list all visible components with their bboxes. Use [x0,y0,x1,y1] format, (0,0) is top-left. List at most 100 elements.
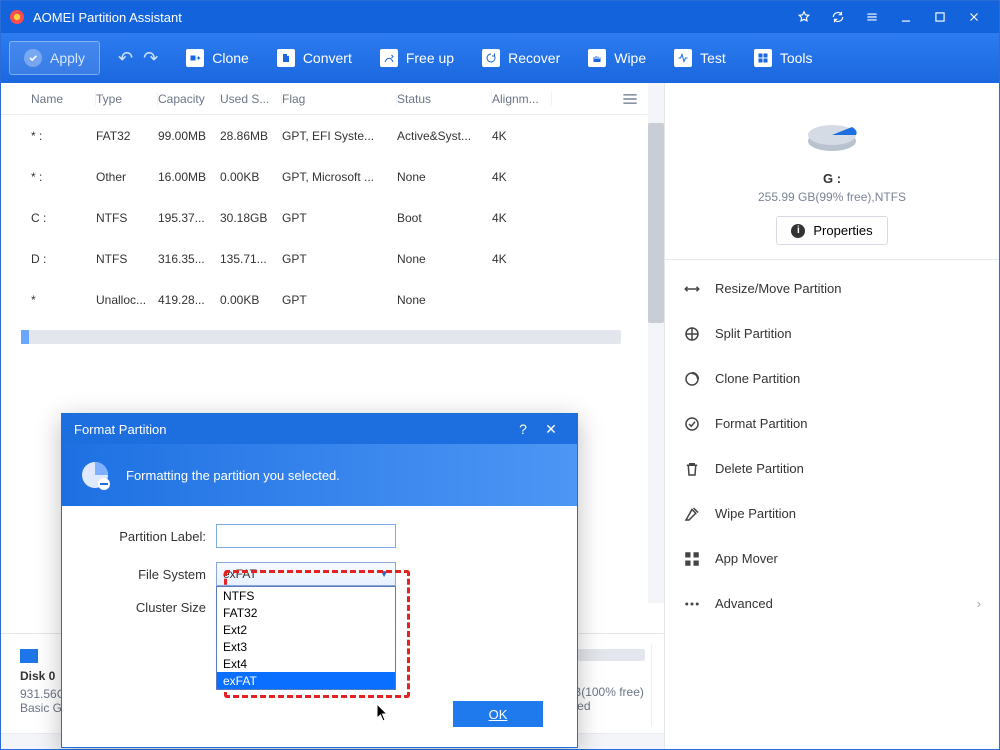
op-resize[interactable]: Resize/Move Partition [665,266,999,311]
drive-overview: G : 255.99 GB(99% free),NTFS i Propertie… [665,83,999,260]
toolbar-tools[interactable]: Tools [754,49,813,67]
toolbar-wipe[interactable]: Wipe [588,49,646,67]
check-icon [24,49,42,67]
op-appmover[interactable]: App Mover [665,536,999,581]
vertical-scrollbar[interactable] [648,83,664,603]
undo-redo: ↶ ↷ [118,48,158,69]
minimize-icon[interactable] [889,1,923,33]
properties-button[interactable]: i Properties [776,216,887,245]
toolbar-label: Free up [406,50,454,66]
advanced-icon [683,595,701,613]
col-status[interactable]: Status [397,92,492,106]
op-format[interactable]: Format Partition [665,401,999,446]
fs-option-ext2[interactable]: Ext2 [217,621,395,638]
clone-icon [186,49,204,67]
wipe-icon [588,49,606,67]
op-label: Resize/Move Partition [715,281,841,296]
cluster-size-label: Cluster Size [88,600,216,615]
format-partition-dialog: Format Partition ? ✕ Formatting the part… [61,413,578,748]
op-advanced[interactable]: Advanced › [665,581,999,626]
table-row[interactable]: *Unalloc...419.28...0.00KBGPTNone [1,279,664,320]
op-label: Clone Partition [715,371,800,386]
apply-label: Apply [50,50,85,66]
toolbar-label: Tools [780,50,813,66]
fs-option-ntfs[interactable]: NTFS [217,587,395,604]
fs-option-ext3[interactable]: Ext3 [217,638,395,655]
op-wipe[interactable]: Wipe Partition [665,491,999,536]
undo-icon[interactable]: ↶ [118,48,133,69]
columns-menu-icon[interactable] [620,89,640,109]
star-icon[interactable] [787,1,821,33]
col-type[interactable]: Type [96,92,158,106]
redo-icon[interactable]: ↷ [143,48,158,69]
col-flag[interactable]: Flag [282,92,397,106]
col-name[interactable]: Name [31,92,96,106]
dialog-body: Partition Label: File System exFAT ▼ NTF… [62,506,577,747]
operations-list: Resize/Move Partition Split Partition Clon… [665,260,999,632]
file-system-combobox[interactable]: exFAT ▼ NTFSFAT32Ext2Ext3Ext4exFAT [216,562,396,586]
op-label: App Mover [715,551,778,566]
app-window: AOMEI Partition Assistant Apply ↶ ↷ Clon… [0,0,1000,750]
toolbar-items: Clone Convert Free up Recover Wipe Test Tools [186,49,812,67]
convert-icon [277,49,295,67]
dialog-banner-text: Formatting the partition you selected. [126,468,340,483]
file-system-value: exFAT [223,567,257,581]
resize-icon [683,280,701,298]
refresh-icon[interactable] [821,1,855,33]
col-capacity[interactable]: Capacity [158,92,220,106]
apply-button[interactable]: Apply [9,41,100,75]
fs-option-fat32[interactable]: FAT32 [217,604,395,621]
drive-name: G : [675,171,989,186]
op-split[interactable]: Split Partition [665,311,999,356]
titlebar: AOMEI Partition Assistant [1,1,999,33]
dialog-help-icon[interactable]: ? [509,421,537,437]
toolbar-label: Recover [508,50,560,66]
dialog-titlebar: Format Partition ? ✕ [62,414,577,444]
test-icon [674,49,692,67]
ok-button[interactable]: OK [453,701,543,727]
window-title: AOMEI Partition Assistant [33,10,787,25]
tools-icon [754,49,772,67]
file-system-options: NTFSFAT32Ext2Ext3Ext4exFAT [216,586,396,690]
col-align[interactable]: Alignm... [492,92,552,106]
pie-ban-icon [78,458,112,492]
toolbar: Apply ↶ ↷ Clone Convert Free up Recover Wipe… [1,33,999,83]
menu-bars-icon[interactable] [855,1,889,33]
table-row[interactable]: C :NTFS195.37...30.18GBGPTBoot4K [1,197,664,238]
partition-label-input[interactable] [216,524,396,548]
right-panel: G : 255.99 GB(99% free),NTFS i Propertie… [664,83,999,749]
op-delete[interactable]: Delete Partition [665,446,999,491]
close-icon[interactable] [957,1,991,33]
usage-pie-icon [802,101,862,161]
toolbar-test[interactable]: Test [674,49,726,67]
dialog-close-icon[interactable]: ✕ [537,421,565,438]
partition-label-label: Partition Label: [88,529,216,544]
op-clone[interactable]: Clone Partition [665,356,999,401]
toolbar-label: Convert [303,50,352,66]
table-row[interactable]: * :FAT3299.00MB28.86MBGPT, EFI Syste...A… [1,115,664,156]
fs-option-exfat[interactable]: exFAT [217,672,395,689]
maximize-icon[interactable] [923,1,957,33]
recover-icon [482,49,500,67]
toolbar-free-up[interactable]: Free up [380,49,454,67]
left-pane: Name Type Capacity Used S... Flag Status… [1,83,664,749]
op-label: Advanced [715,596,773,611]
col-used[interactable]: Used S... [220,92,282,106]
chevron-down-icon: ▼ [379,569,389,580]
fs-option-ext4[interactable]: Ext4 [217,655,395,672]
toolbar-label: Test [700,50,726,66]
chevron-right-icon: › [977,596,981,611]
op-label: Delete Partition [715,461,804,476]
delete-icon [683,460,701,478]
toolbar-clone[interactable]: Clone [186,49,249,67]
table-row[interactable]: * :Other16.00MB0.00KBGPT, Microsoft ...N… [1,156,664,197]
toolbar-label: Wipe [614,50,646,66]
info-icon: i [791,224,805,238]
table-row[interactable]: D :NTFS316.35...135.71...GPTNone4K [1,238,664,279]
toolbar-recover[interactable]: Recover [482,49,560,67]
free-up-icon [380,49,398,67]
op-label: Wipe Partition [715,506,796,521]
drive-subtext: 255.99 GB(99% free),NTFS [675,190,989,204]
disk-bar-bg [1,320,664,380]
toolbar-convert[interactable]: Convert [277,49,352,67]
